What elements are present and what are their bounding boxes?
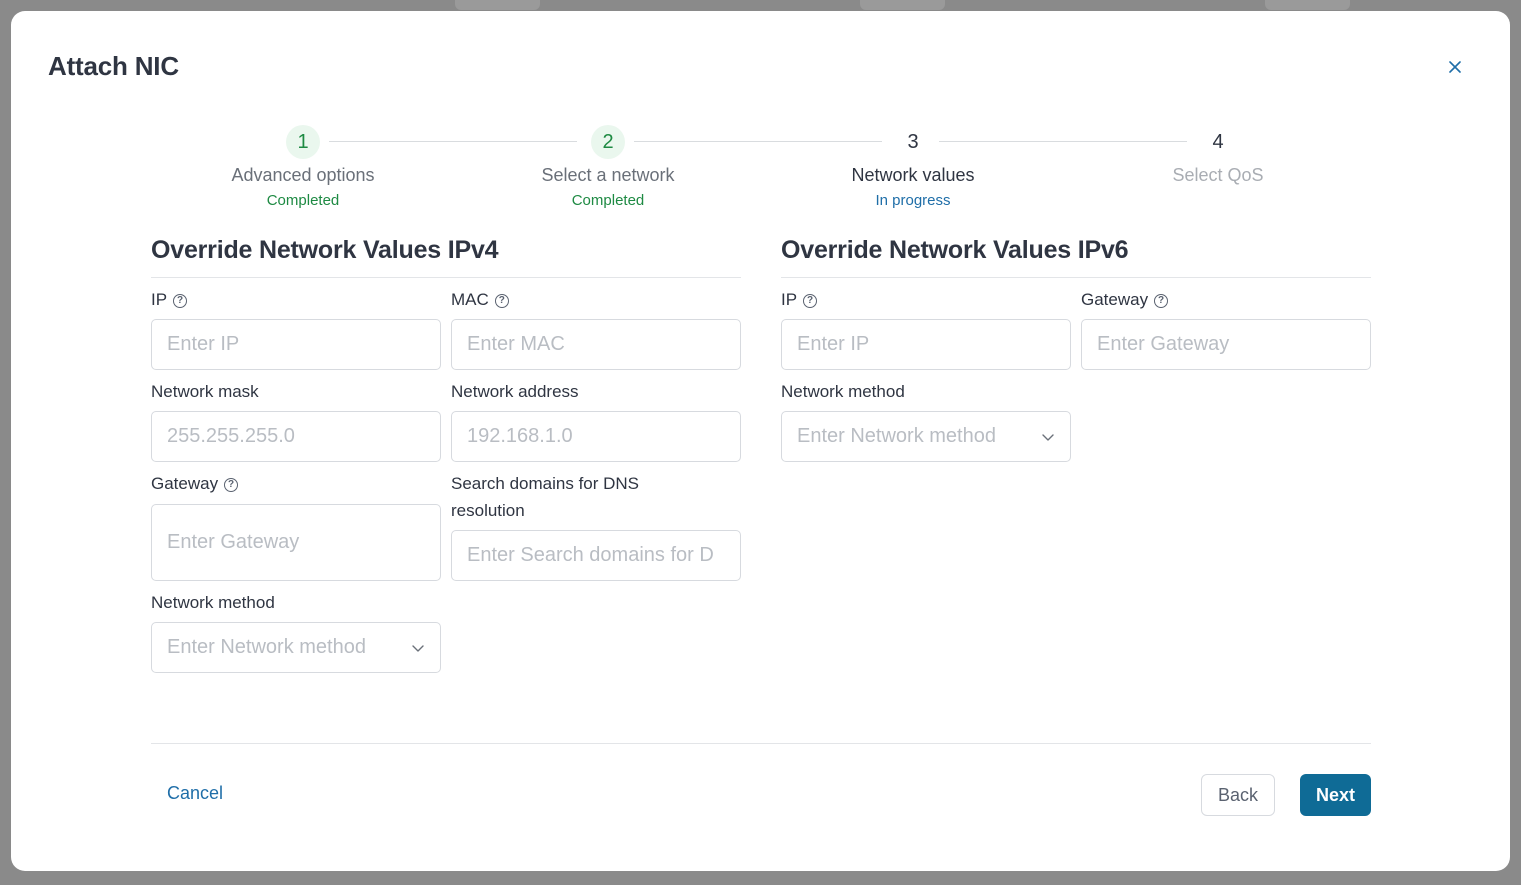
ipv4-mask-label: Network mask xyxy=(151,378,259,405)
label-text: MAC xyxy=(451,290,489,309)
ipv4-gateway-label: Gateway ? xyxy=(151,470,239,497)
label-text: IP xyxy=(151,290,168,309)
select-placeholder: Enter Network method xyxy=(797,425,996,447)
ipv6-section-title: Override Network Values IPv6 xyxy=(781,236,1129,264)
step-label: Advanced options xyxy=(231,165,375,185)
ipv4-dns-label: Search domains for DNS resolution xyxy=(451,470,711,524)
label-text: Network address xyxy=(451,382,579,401)
step-status: Completed xyxy=(571,192,645,209)
step-label: Select a network xyxy=(541,165,675,185)
ipv6-ip-input[interactable] xyxy=(781,319,1071,370)
divider xyxy=(151,277,741,278)
back-button[interactable]: Back xyxy=(1201,774,1275,816)
select-placeholder: Enter Network method xyxy=(167,636,366,658)
step-select-qos[interactable]: 4 Select QoS xyxy=(1088,125,1348,186)
help-icon[interactable]: ? xyxy=(803,293,818,308)
background-element xyxy=(860,0,945,10)
ipv6-method-label: Network method xyxy=(781,378,905,405)
step-number: 3 xyxy=(907,130,919,153)
close-icon xyxy=(1449,61,1461,73)
footer-divider xyxy=(151,743,1371,744)
ipv6-gateway-input[interactable] xyxy=(1081,319,1371,370)
label-text: Search domains for DNS resolution xyxy=(451,474,640,520)
help-icon[interactable]: ? xyxy=(1154,293,1169,308)
step-network-values[interactable]: 3 Network values In progress xyxy=(783,125,1043,210)
step-status: In progress xyxy=(875,192,951,209)
ipv4-dns-input[interactable] xyxy=(451,530,741,581)
step-label: Network values xyxy=(851,165,975,185)
ipv4-address-input[interactable] xyxy=(451,411,741,462)
label-text: Network mask xyxy=(151,382,259,401)
ipv4-method-select[interactable]: Enter Network method xyxy=(151,622,441,673)
ipv4-mask-input[interactable] xyxy=(151,411,441,462)
label-text: Gateway xyxy=(151,474,219,493)
label-text: IP xyxy=(781,290,798,309)
attach-nic-modal: Attach NIC 1 Advanced options Completed … xyxy=(11,11,1510,871)
close-button[interactable] xyxy=(1443,55,1467,79)
help-icon[interactable]: ? xyxy=(173,293,188,308)
label-text: Gateway xyxy=(1081,290,1149,309)
step-status: Completed xyxy=(266,192,340,209)
chevron-down-icon xyxy=(412,644,424,652)
ipv4-gateway-input[interactable] xyxy=(151,504,441,581)
ipv4-section-title: Override Network Values IPv4 xyxy=(151,236,499,264)
ipv6-ip-label: IP ? xyxy=(781,286,818,313)
background-element xyxy=(1265,0,1350,10)
step-number: 2 xyxy=(591,125,625,159)
ipv6-method-select[interactable]: Enter Network method xyxy=(781,411,1071,462)
step-number: 1 xyxy=(286,125,320,159)
help-icon[interactable]: ? xyxy=(494,293,509,308)
ipv4-ip-label: IP ? xyxy=(151,286,188,313)
step-number: 4 xyxy=(1212,130,1224,153)
background-element xyxy=(455,0,540,10)
cancel-button[interactable]: Cancel xyxy=(167,783,223,804)
ipv4-ip-input[interactable] xyxy=(151,319,441,370)
divider xyxy=(781,277,1371,278)
step-select-network[interactable]: 2 Select a network Completed xyxy=(478,125,738,209)
step-advanced-options[interactable]: 1 Advanced options Completed xyxy=(173,125,433,209)
step-label: Select QoS xyxy=(1172,165,1264,185)
ipv4-address-label: Network address xyxy=(451,378,579,405)
ipv6-gateway-label: Gateway ? xyxy=(1081,286,1169,313)
modal-title: Attach NIC xyxy=(48,51,179,81)
ipv4-mac-label: MAC ? xyxy=(451,286,509,313)
help-icon[interactable]: ? xyxy=(224,477,239,492)
chevron-down-icon xyxy=(1042,433,1054,441)
ipv4-mac-input[interactable] xyxy=(451,319,741,370)
ipv4-method-label: Network method xyxy=(151,589,275,616)
label-text: Network method xyxy=(151,593,275,612)
label-text: Network method xyxy=(781,382,905,401)
next-button[interactable]: Next xyxy=(1300,774,1371,816)
